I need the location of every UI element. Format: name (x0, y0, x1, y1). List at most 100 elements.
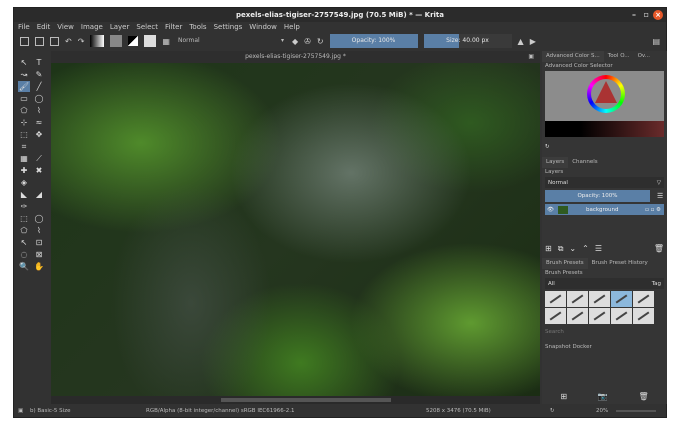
menu-filter[interactable]: Filter (165, 22, 182, 32)
tool-button[interactable]: ↖ (18, 237, 30, 248)
gradient-picker[interactable] (90, 35, 105, 47)
tool-button[interactable]: ◯ (33, 93, 45, 104)
close-button[interactable]: × (653, 10, 663, 20)
tool-button[interactable]: ⬚ (18, 129, 30, 140)
reset-icon[interactable]: ↻ (545, 144, 550, 150)
brush-preset[interactable] (545, 291, 566, 307)
tool-button[interactable]: ⊡ (33, 237, 45, 248)
maximize-button[interactable]: ▫ (644, 10, 649, 20)
blend-mode-select[interactable]: Normal ▾ (176, 35, 286, 47)
tool-button[interactable]: 🔍 (18, 261, 30, 272)
rotation-icon[interactable]: ↻ (550, 404, 555, 418)
move-up-icon[interactable]: ⌃ (582, 244, 589, 253)
delete-layer-icon[interactable]: 🗑 (654, 244, 664, 253)
layer-blend-select[interactable]: Normal ▽ (545, 177, 664, 188)
tab-channels[interactable]: Channels (568, 157, 601, 168)
brush-preset-icon[interactable] (144, 35, 157, 47)
zoom-slider[interactable] (616, 410, 656, 412)
color-history-bars[interactable] (545, 121, 664, 137)
brush-preset[interactable] (633, 291, 654, 307)
duplicate-layer-icon[interactable]: ⧉ (558, 244, 564, 254)
menu-select[interactable]: Select (136, 22, 158, 32)
tool-button[interactable] (33, 141, 45, 152)
fg-bg-color-icon[interactable] (128, 36, 139, 46)
brush-preset[interactable] (567, 291, 588, 307)
redo-icon[interactable]: ↷ (78, 37, 85, 46)
menu-file[interactable]: File (18, 22, 30, 32)
tool-button[interactable]: ╱ (33, 81, 45, 92)
menu-layer[interactable]: Layer (110, 22, 130, 32)
tool-button[interactable]: ⊹ (18, 117, 30, 128)
menu-image[interactable]: Image (81, 22, 103, 32)
tool-button[interactable]: ⬠ (18, 225, 30, 236)
menu-edit[interactable]: Edit (37, 22, 51, 32)
tab-brush-presets[interactable]: Brush Presets (542, 258, 588, 269)
tool-button[interactable]: 🖌 (18, 81, 30, 92)
brush-preset-selected[interactable] (611, 291, 632, 307)
tool-button[interactable]: ◌ (18, 249, 30, 260)
tool-button[interactable]: ✥ (33, 129, 45, 140)
tool-button[interactable]: ✚ (18, 165, 30, 176)
mirror-vertical-icon[interactable]: ▶ (530, 37, 536, 46)
tool-button[interactable]: ↝ (18, 69, 30, 80)
tool-button[interactable]: ⬠ (18, 105, 30, 116)
workspace-icon[interactable]: ▤ (652, 37, 660, 46)
layer-opacity-slider[interactable]: Opacity: 100% (545, 190, 650, 202)
layer-properties-icon[interactable]: ☰ (657, 192, 663, 200)
brush-preset[interactable] (633, 308, 654, 324)
menu-settings[interactable]: Settings (214, 22, 243, 32)
canvas-image[interactable] (51, 63, 540, 396)
menu-window[interactable]: Window (249, 22, 277, 32)
tool-button[interactable]: ◯ (33, 213, 45, 224)
tool-button[interactable] (33, 177, 45, 188)
eraser-icon[interactable]: ◆ (292, 37, 298, 46)
new-document-icon[interactable] (20, 36, 29, 46)
tool-button[interactable]: ⌗ (18, 141, 30, 152)
pattern-picker[interactable] (110, 35, 123, 47)
tool-button[interactable]: ✋ (33, 261, 45, 272)
undo-icon[interactable]: ↶ (65, 37, 72, 46)
tool-button[interactable] (33, 201, 45, 212)
tool-button[interactable]: ⌇ (33, 225, 45, 236)
save-icon[interactable] (50, 36, 59, 46)
tool-button[interactable]: ◣ (18, 189, 30, 200)
size-slider[interactable]: Size: 40.00 px (423, 34, 512, 48)
color-selector[interactable] (545, 71, 664, 121)
minimize-button[interactable]: – (632, 10, 636, 20)
tool-button[interactable]: ⬚ (18, 213, 30, 224)
menu-help[interactable]: Help (284, 22, 300, 32)
menu-view[interactable]: View (57, 22, 74, 32)
tool-button[interactable]: ◈ (18, 177, 30, 188)
saturation-value-triangle[interactable] (595, 81, 617, 103)
opacity-slider[interactable]: Opacity: 100% (329, 34, 418, 48)
brush-filter-select[interactable]: All (548, 281, 555, 287)
brush-preset[interactable] (589, 308, 610, 324)
open-document-icon[interactable] (35, 36, 44, 46)
tool-button[interactable]: ✑ (18, 201, 30, 212)
tab-layers[interactable]: Layers (542, 157, 569, 168)
brush-preset[interactable] (567, 308, 588, 324)
tool-button[interactable]: ✖ (33, 165, 45, 176)
brush-preset[interactable] (611, 308, 632, 324)
filter-icon[interactable]: ▽ (657, 180, 661, 186)
tool-button[interactable]: ⟋ (33, 153, 45, 164)
close-tab-icon[interactable]: ▣ (528, 51, 534, 63)
tab-advanced-color-selector[interactable]: Advanced Color S... (542, 51, 604, 62)
reload-icon[interactable]: ↻ (317, 37, 324, 46)
tool-button[interactable]: ◢ (33, 189, 45, 200)
mirror-horizontal-icon[interactable]: ▲ (518, 37, 524, 46)
tool-button[interactable]: ↖ (18, 57, 30, 68)
tool-button[interactable]: ≈ (33, 117, 45, 128)
scrollbar-thumb[interactable] (221, 398, 391, 402)
tab-overview[interactable]: Ov... (634, 51, 654, 62)
add-layer-icon[interactable]: ⊞ (545, 244, 552, 253)
layer-row[interactable]: 👁 background ▫ ▫ ⚙ (545, 204, 664, 215)
tool-button[interactable]: ⌇ (33, 105, 45, 116)
horizontal-scrollbar[interactable] (51, 396, 540, 404)
alpha-lock-icon[interactable]: ✇ (304, 37, 311, 46)
tab-tool-options[interactable]: Tool O... (604, 51, 634, 62)
visibility-eye-icon[interactable]: 👁 (547, 207, 554, 213)
tool-button[interactable]: ▭ (18, 93, 30, 104)
tab-brush-preset-history[interactable]: Brush Preset History (588, 258, 652, 269)
tag-button[interactable]: Tag (652, 281, 661, 287)
